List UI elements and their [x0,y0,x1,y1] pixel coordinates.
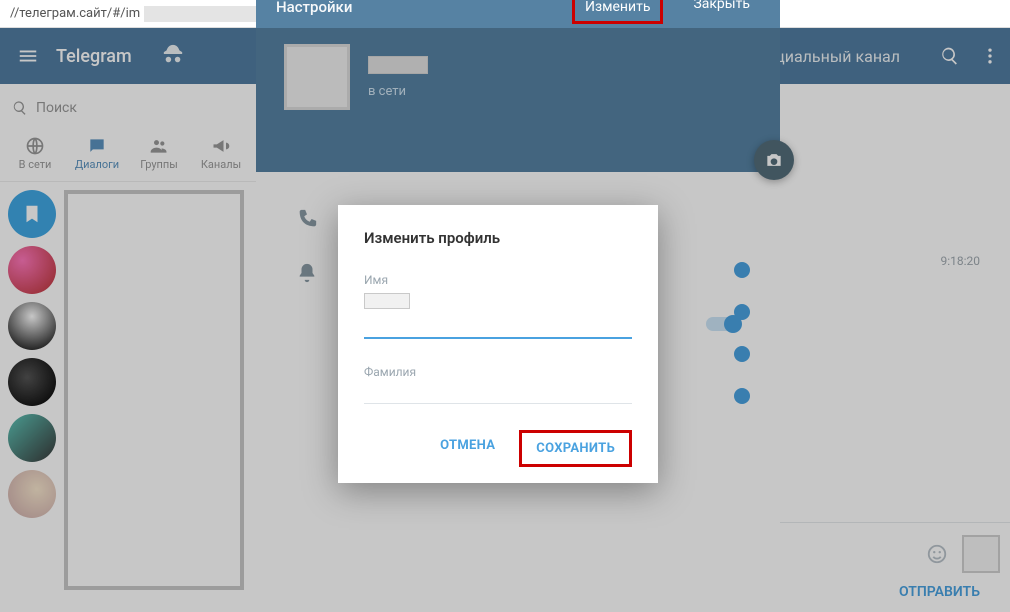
edit-profile-modal: Изменить профиль Имя Фамилия ОТМЕНА СОХР… [338,205,658,483]
close-button[interactable]: Закрыть [683,0,760,24]
edit-button[interactable]: Изменить [572,0,663,24]
url-text: //телеграм.сайт/#/im [10,6,140,21]
cancel-button[interactable]: ОТМЕНА [426,430,509,467]
modal-title: Изменить профиль [364,229,632,247]
save-button[interactable]: СОХРАНИТЬ [519,430,632,467]
settings-title: Настройки [276,0,352,16]
last-name-field: Фамилия [364,365,632,404]
first-name-value-redacted [364,293,410,309]
first-name-input[interactable] [364,313,632,339]
first-name-field: Имя [364,273,632,339]
first-name-label: Имя [364,273,632,287]
last-name-label: Фамилия [364,365,632,379]
last-name-input[interactable] [364,379,632,404]
